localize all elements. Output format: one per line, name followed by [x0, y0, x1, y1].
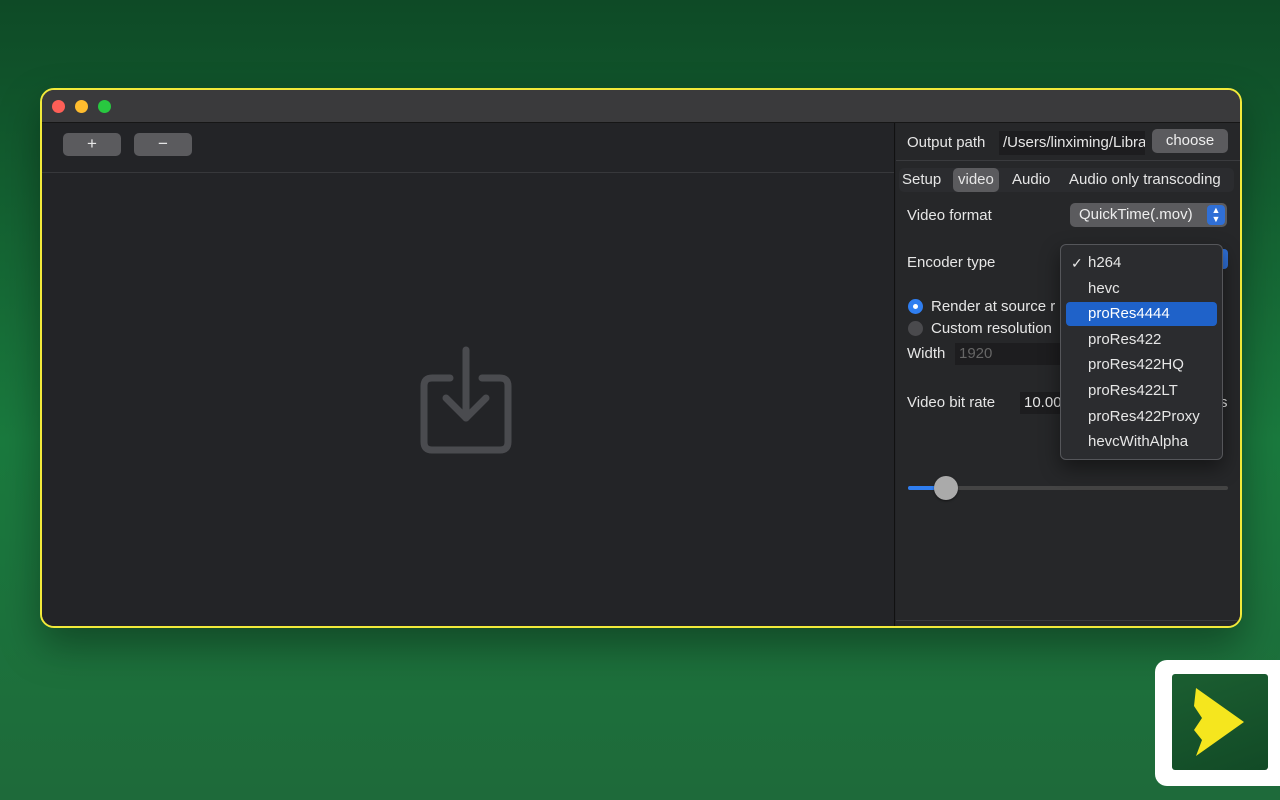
menu-item-hevc[interactable]: hevc: [1066, 277, 1217, 301]
tab-audio-only-transcoding[interactable]: Audio only transcoding: [1069, 168, 1221, 192]
app-logo: [1155, 660, 1280, 786]
render-source-radio[interactable]: [908, 299, 923, 314]
close-window-button[interactable]: [52, 100, 65, 113]
menu-item-hevcwithalpha[interactable]: hevcWithAlpha: [1066, 430, 1217, 454]
menu-item-prores4444[interactable]: proRes4444: [1066, 302, 1217, 326]
tab-setup[interactable]: Setup: [902, 168, 941, 192]
play-arrow-logo-icon: [1194, 688, 1244, 756]
video-format-select[interactable]: QuickTime(.mov) ▲ ▼: [1070, 203, 1227, 227]
tray-arrow-down-icon: [420, 346, 512, 454]
encoder-type-menu: ✓ h264 hevc proRes4444 proRes422 proRes4…: [1060, 244, 1223, 460]
tab-video[interactable]: video: [953, 168, 999, 192]
menu-item-h264[interactable]: ✓ h264: [1066, 251, 1217, 275]
minimize-window-button[interactable]: [75, 100, 88, 113]
render-source-label: Render at source r: [931, 298, 1056, 315]
zoom-window-button[interactable]: [98, 100, 111, 113]
menu-item-prores422[interactable]: proRes422: [1066, 328, 1217, 352]
custom-resolution-radio[interactable]: [908, 321, 923, 336]
divider: [896, 160, 1240, 161]
output-path-field[interactable]: /Users/linximing/Library: [999, 131, 1145, 155]
menu-item-prores422proxy[interactable]: proRes422Proxy: [1066, 405, 1217, 429]
logo-tile: [1172, 674, 1268, 770]
choose-button[interactable]: choose: [1152, 129, 1228, 153]
checkmark-icon: ✓: [1071, 255, 1083, 271]
add-file-button[interactable]: +: [63, 133, 121, 156]
remove-file-button[interactable]: −: [134, 133, 192, 156]
encoder-type-label: Encoder type: [907, 254, 996, 271]
menu-item-prores422lt[interactable]: proRes422LT: [1066, 379, 1217, 403]
width-field[interactable]: 1920: [955, 343, 1065, 365]
file-toolbar: + −: [42, 123, 894, 173]
width-label: Width: [907, 345, 946, 362]
divider: [896, 620, 1240, 621]
settings-tabs: Setup video Audio Audio only transcoding: [899, 168, 1234, 192]
bitrate-slider-knob[interactable]: [934, 476, 958, 500]
output-path-label: Output path: [907, 134, 986, 151]
menu-item-label: h264: [1088, 254, 1122, 271]
video-bitrate-label: Video bit rate: [907, 394, 996, 411]
title-bar: [42, 90, 1240, 123]
chevron-updown-icon: ▲ ▼: [1207, 205, 1225, 225]
video-format-value: QuickTime(.mov): [1079, 206, 1193, 223]
tab-audio[interactable]: Audio: [1012, 168, 1050, 192]
custom-resolution-label: Custom resolution: [931, 320, 1052, 337]
menu-item-prores422hq[interactable]: proRes422HQ: [1066, 353, 1217, 377]
file-list-pane[interactable]: + −: [42, 123, 895, 626]
video-format-label: Video format: [907, 207, 992, 224]
